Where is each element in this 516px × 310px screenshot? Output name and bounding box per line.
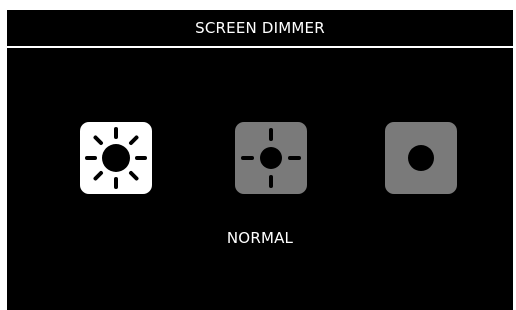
medium-sun-icon <box>235 122 307 194</box>
header-divider <box>7 46 513 48</box>
brightness-low-button[interactable] <box>385 122 457 194</box>
page-title: SCREEN DIMMER <box>195 19 325 37</box>
screen-dimmer-panel: SCREEN DIMMER NORMAL <box>7 10 513 310</box>
dim-circle-icon <box>385 122 457 194</box>
bright-sun-icon <box>80 122 152 194</box>
brightness-high-button[interactable] <box>80 122 152 194</box>
current-mode-label: NORMAL <box>226 229 294 247</box>
brightness-normal-button[interactable] <box>235 122 307 194</box>
